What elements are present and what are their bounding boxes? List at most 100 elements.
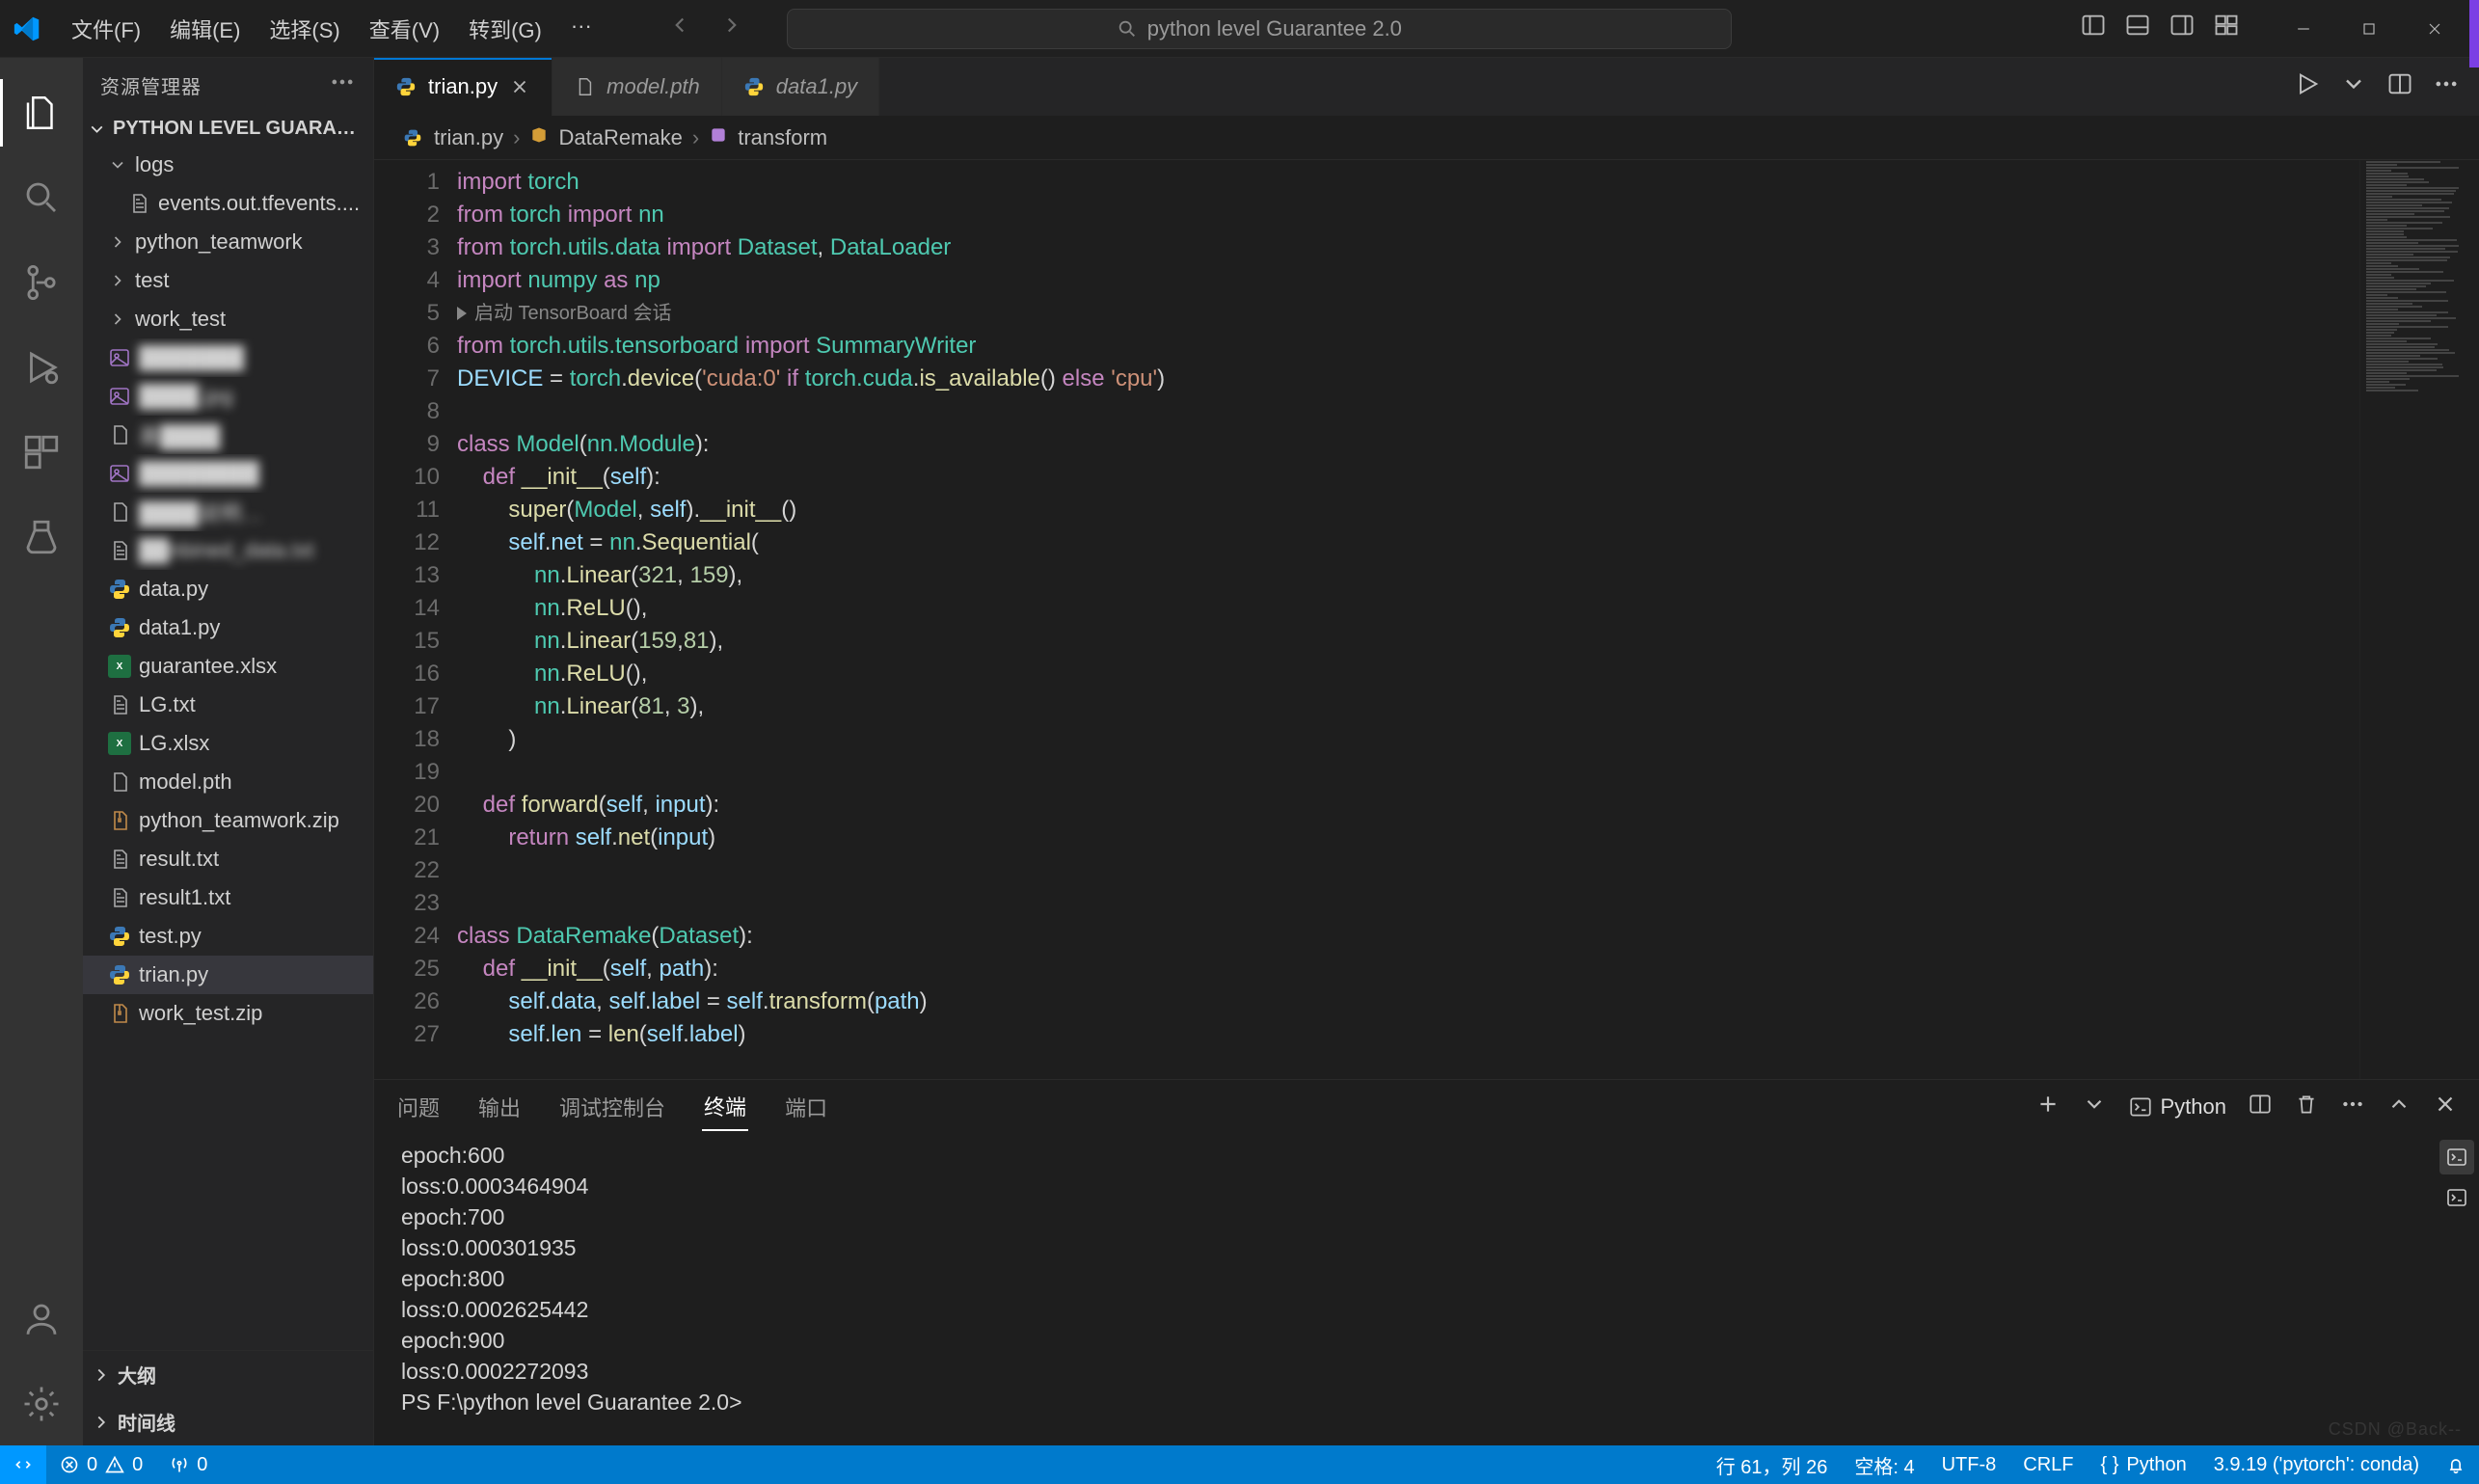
activity-search[interactable] <box>0 156 83 239</box>
menu-item[interactable]: 查看(V) <box>356 8 453 50</box>
panel-tab[interactable]: 问题 <box>395 1084 442 1130</box>
tree-item-label: events.out.tfevents.... <box>158 191 360 216</box>
status-bar: 0 0 0 行 61，列 26 空格: 4 UTF-8 CRLF { } Pyt… <box>0 1445 2479 1484</box>
run-dropdown-icon[interactable] <box>2340 70 2367 104</box>
status-problems[interactable]: 0 0 <box>46 1454 156 1476</box>
menu-item[interactable]: 转到(G) <box>455 8 555 50</box>
status-interpreter[interactable]: 3.9.19 ('pytorch': conda) <box>2200 1454 2433 1476</box>
tree-item-label: test <box>135 268 169 293</box>
folder-row[interactable]: test <box>83 261 373 300</box>
menu-item[interactable]: 编辑(E) <box>156 8 254 50</box>
menu-item[interactable]: ··· <box>557 8 606 50</box>
terminal-profile-text: Python <box>2161 1094 2227 1120</box>
activity-extensions[interactable] <box>0 411 83 494</box>
codelens[interactable]: 启动 TensorBoard 会话 <box>457 297 2359 330</box>
file-row[interactable]: data1.py <box>83 608 373 647</box>
split-terminal-icon[interactable] <box>2248 1092 2273 1122</box>
kill-terminal-icon[interactable] <box>2294 1092 2319 1122</box>
sidebar-section[interactable]: 时间线 <box>83 1398 373 1445</box>
file-row[interactable]: model.pth <box>83 763 373 801</box>
nav-forward-icon[interactable] <box>719 13 744 44</box>
tree-item-label: guarantee.xlsx <box>139 654 277 679</box>
file-row[interactable]: python_teamwork.zip <box>83 801 373 840</box>
status-encoding[interactable]: UTF-8 <box>1928 1454 2010 1476</box>
panel-more-icon[interactable] <box>2340 1092 2365 1122</box>
file-row[interactable]: result.txt <box>83 840 373 878</box>
terminal-instance-2-icon[interactable] <box>2439 1180 2474 1215</box>
run-icon[interactable] <box>2294 70 2321 104</box>
status-language[interactable]: { } Python <box>2088 1454 2200 1476</box>
file-row[interactable]: ████.jpg <box>83 377 373 416</box>
window-close-icon[interactable] <box>2402 8 2467 50</box>
layout-sidebar-right-icon[interactable] <box>2169 12 2196 45</box>
terminal-instance-1-icon[interactable] <box>2439 1140 2474 1174</box>
new-terminal-icon[interactable] <box>2035 1092 2061 1122</box>
sidebar-section-label: 大纲 <box>118 1361 156 1389</box>
file-row[interactable]: ████说明… <box>83 493 373 531</box>
file-row[interactable]: ███████ <box>83 338 373 377</box>
editor-tab[interactable]: data1.py <box>722 58 879 116</box>
file-row[interactable]: trian.py <box>83 956 373 994</box>
breadcrumb-item[interactable]: trian.py <box>434 125 503 150</box>
panel-close-icon[interactable] <box>2433 1092 2458 1122</box>
file-row[interactable]: work_test.zip <box>83 994 373 1033</box>
file-row[interactable]: ████████ <box>83 454 373 493</box>
panel-tab[interactable]: 终端 <box>702 1083 748 1131</box>
folder-row[interactable]: logs <box>83 146 373 184</box>
terminal-output[interactable]: epoch:600 loss:0.0003464904epoch:700 los… <box>374 1134 2479 1445</box>
menu-item[interactable]: 选择(S) <box>256 8 353 50</box>
terminal-profile-label[interactable]: Python <box>2128 1094 2227 1120</box>
activity-account[interactable] <box>0 1278 83 1361</box>
file-row[interactable]: events.out.tfevents.... <box>83 184 373 223</box>
command-center[interactable]: python level Guarantee 2.0 <box>787 9 1732 49</box>
status-indent[interactable]: 空格: 4 <box>1841 1451 1927 1479</box>
file-row[interactable]: ██nbined_data.txt <box>83 531 373 570</box>
terminal-dropdown-icon[interactable] <box>2082 1092 2107 1122</box>
panel-tab[interactable]: 端口 <box>783 1084 829 1130</box>
terminal-line: epoch:800 <box>401 1263 2452 1294</box>
nav-back-icon[interactable] <box>667 13 692 44</box>
layout-panel-icon[interactable] <box>2124 12 2151 45</box>
code-editor[interactable]: import torchfrom torch import nnfrom tor… <box>457 160 2359 1079</box>
sidebar-root-folder[interactable]: PYTHON LEVEL GUARANT… <box>83 112 373 146</box>
breadcrumb-item[interactable]: transform <box>738 125 827 150</box>
activity-testing[interactable] <box>0 496 83 579</box>
panel-tab[interactable]: 调试控制台 <box>557 1084 667 1130</box>
activity-run-debug[interactable] <box>0 326 83 409</box>
file-row[interactable]: result1.txt <box>83 878 373 917</box>
window-minimize-icon[interactable] <box>2271 8 2336 50</box>
breadcrumb[interactable]: trian.py›DataRemake›transform <box>374 116 2479 160</box>
menu-item[interactable]: 文件(F) <box>58 8 154 50</box>
split-editor-icon[interactable] <box>2386 70 2413 104</box>
activity-explorer[interactable] <box>0 71 83 154</box>
file-row[interactable]: data.py <box>83 570 373 608</box>
panel-maximize-icon[interactable] <box>2386 1092 2412 1122</box>
status-ports[interactable]: 0 <box>156 1454 221 1476</box>
minimap[interactable] <box>2359 160 2479 1079</box>
layout-customize-icon[interactable] <box>2213 12 2240 45</box>
status-eol[interactable]: CRLF <box>2009 1454 2087 1476</box>
close-icon[interactable] <box>509 76 530 97</box>
status-notifications[interactable] <box>2433 1455 2479 1474</box>
sidebar-section[interactable]: 大纲 <box>83 1351 373 1398</box>
editor-tab[interactable]: trian.py <box>374 58 552 116</box>
file-row[interactable]: XLG.xlsx <box>83 724 373 763</box>
layout-sidebar-left-icon[interactable] <box>2080 12 2107 45</box>
folder-row[interactable]: work_test <box>83 300 373 338</box>
panel-tab[interactable]: 输出 <box>476 1084 523 1130</box>
file-row[interactable]: test.py <box>83 917 373 956</box>
tree-item-label: work_test <box>135 307 226 332</box>
file-row[interactable]: Xguarantee.xlsx <box>83 647 373 686</box>
more-actions-icon[interactable] <box>2433 70 2460 104</box>
activity-source-control[interactable] <box>0 241 83 324</box>
file-row[interactable]: 基████ <box>83 416 373 454</box>
activity-settings[interactable] <box>0 1363 83 1445</box>
status-ln-col[interactable]: 行 61，列 26 <box>1703 1451 1842 1479</box>
remote-indicator[interactable] <box>0 1445 46 1484</box>
more-icon[interactable] <box>329 68 356 101</box>
folder-row[interactable]: python_teamwork <box>83 223 373 261</box>
file-row[interactable]: LG.txt <box>83 686 373 724</box>
editor-tab[interactable]: model.pth <box>552 58 722 116</box>
breadcrumb-item[interactable]: DataRemake <box>558 125 682 150</box>
window-maximize-icon[interactable] <box>2336 8 2402 50</box>
